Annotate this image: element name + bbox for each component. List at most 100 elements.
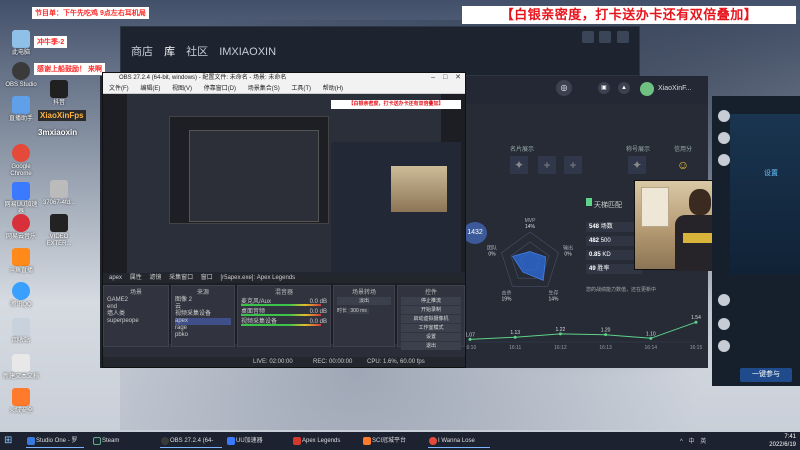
close-button[interactable]: ✕ — [455, 74, 461, 81]
taskbar-item[interactable]: I Wanna Lose You... — [428, 434, 490, 448]
sources-dock: 来源 图像 2 云 视频采集设备 apex rage pbko — [171, 285, 235, 347]
avatar[interactable] — [718, 110, 730, 122]
x-tick-label: 16:13 — [599, 345, 612, 351]
obs-statusbar: LIVE: 02:00:00 REC: 00:00:00 CPU: 1.6%, … — [103, 357, 465, 367]
source-item[interactable]: apex — [175, 318, 231, 325]
source-item[interactable]: rage — [175, 325, 231, 332]
source-toolbar: apex 属性 滤镜 采集窗口 窗口 [r5apex.exe]: Apex Le… — [103, 273, 465, 283]
friends-panel-header — [730, 114, 800, 274]
menu-help[interactable]: 帮助(H) — [323, 86, 343, 92]
menu-scene-collection[interactable]: 场景集合(S) — [248, 86, 280, 92]
volume-meter[interactable] — [241, 324, 321, 326]
avatar[interactable] — [718, 340, 730, 352]
window-select[interactable]: [r5apex.exe]: Apex Legends — [220, 275, 295, 281]
source-item[interactable]: 云 — [175, 304, 231, 311]
taskbar: ⊞ Studio One - 罗兰... Steam OBS 27.2.4 (6… — [0, 432, 800, 450]
cpu-status: CPU: 1.6%, 60.00 fps — [367, 359, 425, 365]
data-label: 1.07 — [465, 332, 475, 338]
mixer-channel: 视频采集设备 0.0 dB — [241, 319, 327, 326]
transitions-header: 场景转场 — [351, 290, 376, 296]
scene-item[interactable]: superpeope — [107, 318, 165, 325]
taskbar-item[interactable]: Apex Legends — [292, 434, 342, 448]
avatar[interactable] — [718, 132, 730, 144]
obs-icon — [161, 437, 169, 445]
menu-file[interactable]: 文件(F) — [109, 86, 129, 92]
line-chart: 1.0716:101.1316:111.2216:121.2016:131.10… — [464, 315, 703, 351]
system-tray: ^ 中 英 — [680, 436, 710, 445]
settings-button[interactable]: 设置 — [401, 333, 461, 341]
capture-window-select[interactable]: 采集窗口 — [169, 275, 193, 281]
taskbar-item[interactable]: Studio One - 罗兰... — [26, 434, 84, 448]
maximize-button[interactable]: □ — [443, 74, 447, 81]
filters-button[interactable]: 滤镜 — [149, 275, 161, 281]
avatar[interactable] — [718, 294, 730, 306]
avatar[interactable] — [718, 318, 730, 330]
menu-tools[interactable]: 工具(T) — [291, 86, 311, 92]
obs-title: OBS 27.2.4 (64-bit, windows) - 配置文件: 未命名… — [103, 73, 465, 84]
radar-value: 0% — [564, 252, 572, 258]
radar-value: 0% — [488, 252, 496, 258]
x-tick-label: 16:11 — [509, 345, 521, 351]
ime-indicator[interactable]: 中 — [689, 439, 695, 445]
steam-friends-panel: 设置 一键参与 — [712, 96, 800, 386]
transition-type-select[interactable]: 淡出 — [337, 297, 391, 305]
radar-value: 19% — [501, 296, 512, 302]
transition-duration: 时长 300 ms — [337, 308, 369, 314]
x-tick-label: 16:14 — [645, 345, 658, 351]
music-icon — [429, 437, 437, 445]
data-label: 1.22 — [556, 327, 566, 333]
menu-docks[interactable]: 停靠窗口(D) — [204, 86, 236, 92]
clock-time: 7:41 — [784, 434, 796, 440]
radar-value: 14% — [549, 296, 560, 302]
menu-edit[interactable]: 编辑(E) — [140, 86, 160, 92]
series-line — [469, 321, 697, 340]
source-item[interactable]: 视频采集设备 — [175, 311, 231, 318]
transitions-dock: 场景转场 淡出 时长 300 ms — [333, 285, 395, 347]
start-button[interactable]: ⊞ — [4, 435, 16, 447]
virtual-camera-button[interactable]: 启动虚拟摄像机 — [401, 315, 461, 323]
properties-button[interactable]: 属性 — [130, 275, 142, 281]
room-window — [641, 187, 669, 227]
mixer-channel: 桌面音频 0.0 dB — [241, 309, 327, 316]
steam-icon — [93, 437, 101, 445]
radar-value: 14% — [525, 224, 536, 230]
join-button[interactable]: 一键参与 — [740, 368, 792, 382]
x-tick-label: 16:12 — [554, 345, 567, 351]
data-label: 1.10 — [646, 331, 656, 337]
nested-obs-capture-inner — [189, 130, 319, 222]
avatar[interactable] — [718, 154, 730, 166]
taskbar-item[interactable]: Steam — [92, 434, 132, 448]
controls-header: 控件 — [424, 290, 437, 296]
minimize-button[interactable]: – — [431, 74, 435, 81]
studio-mode-button[interactable]: 工作室模式 — [401, 324, 461, 332]
data-label: 1.13 — [510, 330, 520, 336]
stop-streaming-button[interactable]: 停止推流 — [401, 297, 461, 305]
taskbar-item[interactable]: UU加速器 — [226, 434, 270, 448]
mixer-channel: 麦克风/Aux 0.0 dB — [241, 299, 327, 306]
source-name: apex — [109, 275, 123, 281]
volume-meter[interactable] — [241, 304, 321, 306]
scene-item[interactable]: GAME2 — [107, 297, 165, 304]
x-tick-label: 16:15 — [690, 345, 703, 351]
duration-input[interactable]: 300 ms — [348, 308, 369, 314]
ime-indicator[interactable]: 英 — [700, 439, 706, 445]
scenes-header: 场景 — [129, 290, 142, 296]
data-label: 1.54 — [691, 315, 701, 321]
radar-label: 生存 — [549, 289, 559, 296]
exit-button[interactable]: 退出 — [401, 342, 461, 350]
clock[interactable]: 7:41 2022/6/19 — [769, 433, 796, 449]
taskbar-item[interactable]: OBS 27.2.4 (64-bi... — [160, 434, 222, 448]
preview-canvas: 【白银亲密度，打卡送办卡还有双倍叠加】 — [127, 94, 465, 282]
source-item[interactable]: 图像 2 — [175, 297, 231, 304]
source-item[interactable]: pbko — [175, 332, 231, 339]
friends-settings-link[interactable]: 设置 — [764, 168, 778, 178]
volume-meter[interactable] — [241, 314, 321, 316]
menu-view[interactable]: 视图(V) — [172, 86, 192, 92]
scene-item[interactable]: 墙人类 — [107, 311, 165, 318]
radar-label: 团队 — [487, 245, 497, 252]
tray-expand-icon[interactable]: ^ — [680, 439, 683, 445]
taskbar-item[interactable]: SCI冠城平台 — [362, 434, 412, 448]
scene-item[interactable]: end — [107, 304, 165, 311]
nested-webcam — [391, 166, 447, 212]
start-recording-button[interactable]: 开始录制 — [401, 306, 461, 314]
